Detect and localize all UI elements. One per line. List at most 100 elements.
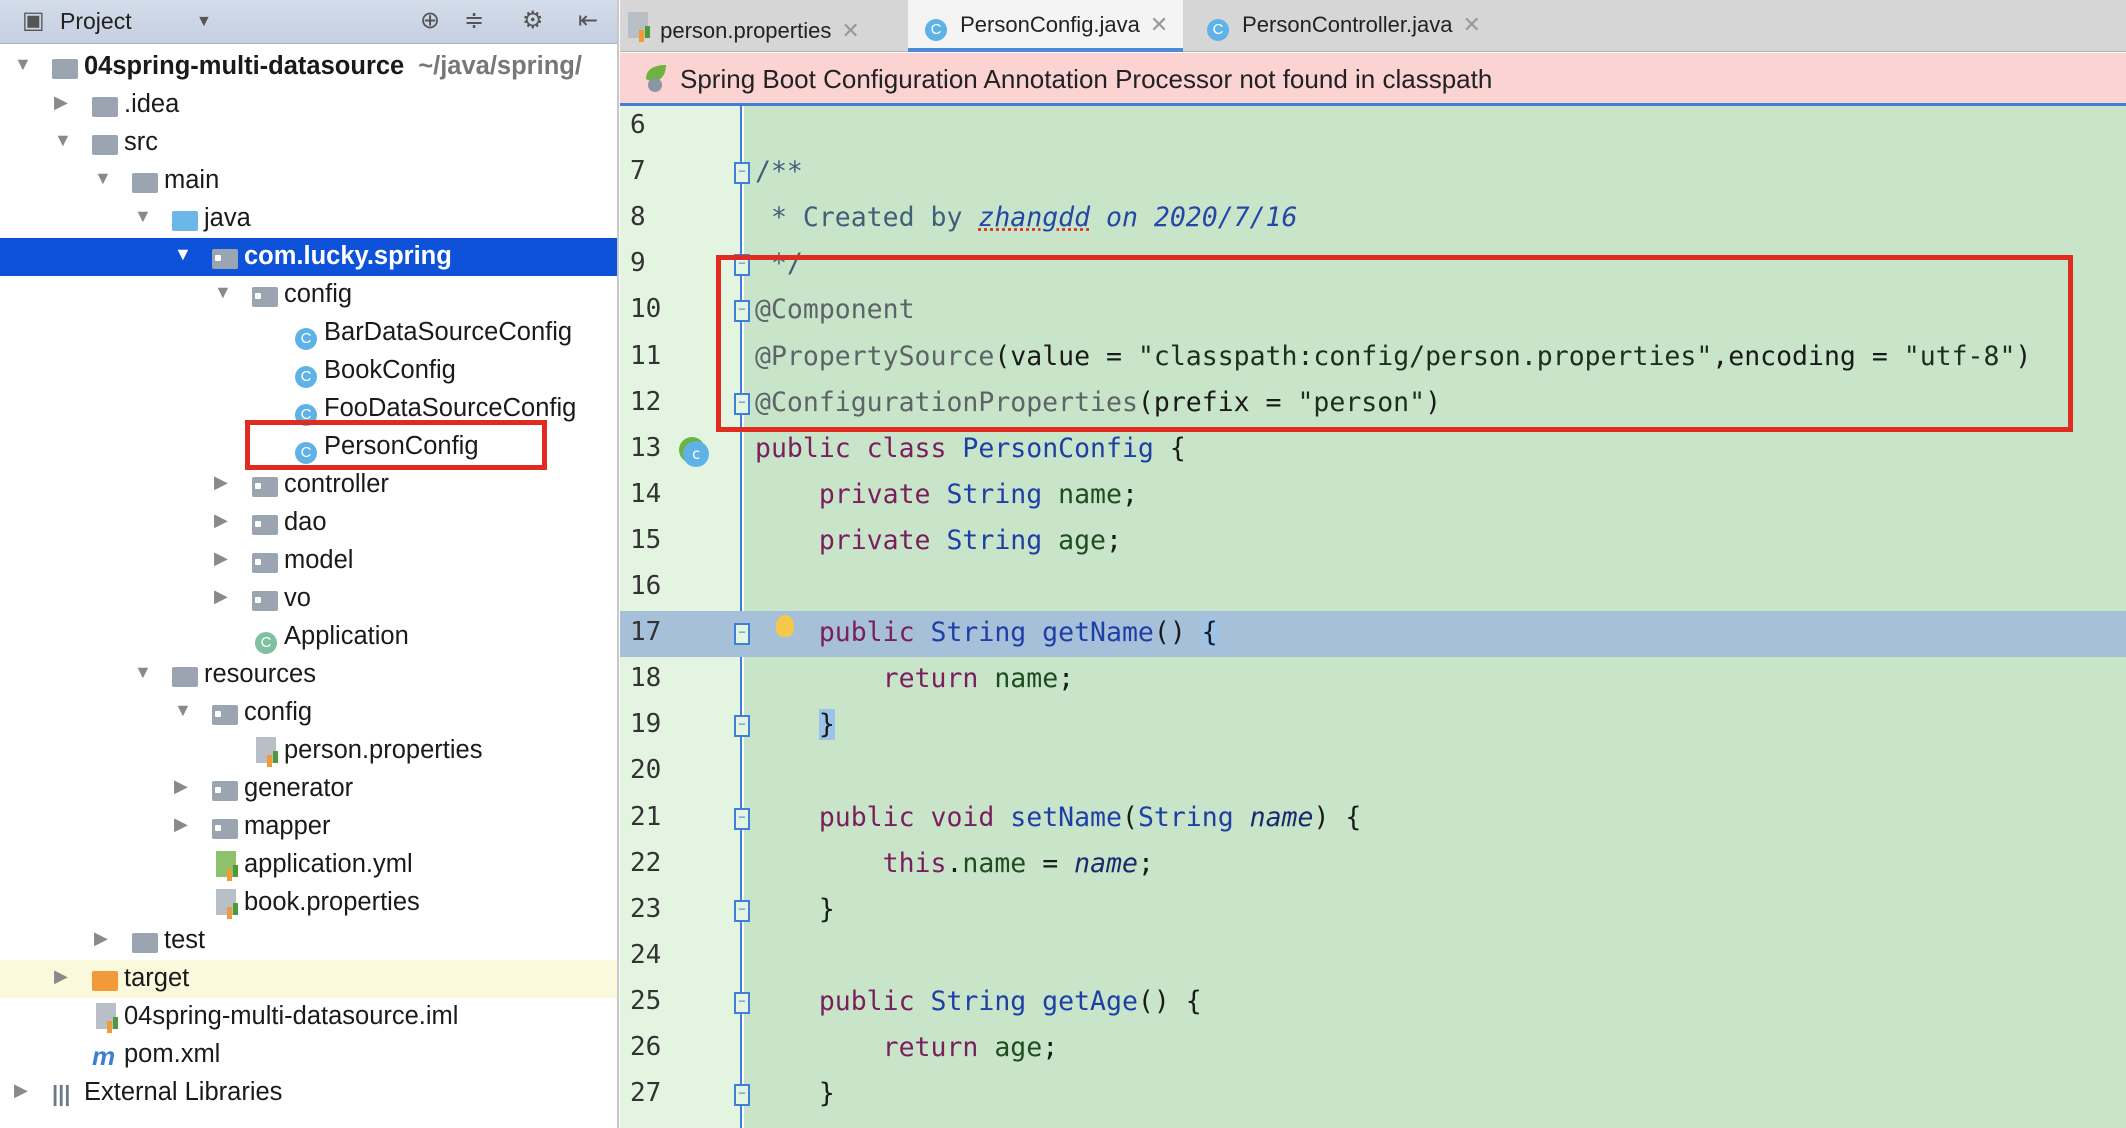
tree-item[interactable]: ▼ 04spring-multi-datasource ~/java/spring/ <box>0 48 617 86</box>
expand-arrow-right-icon[interactable]: ▶ <box>174 776 188 797</box>
tree-item[interactable]: ▶ vo <box>0 580 617 618</box>
expand-arrow-right-icon[interactable]: ▶ <box>214 472 228 493</box>
line-number[interactable]: 20 <box>630 755 680 785</box>
code-line[interactable]: 24 <box>620 934 2126 980</box>
code-line[interactable]: 26 return age; <box>620 1026 2126 1072</box>
tree-item[interactable]: C BookConfig <box>0 352 617 390</box>
expand-arrow-right-icon[interactable]: ▶ <box>54 92 68 113</box>
tree-item[interactable]: C BarDataSourceConfig <box>0 314 617 352</box>
code-line[interactable]: 16 <box>620 565 2126 611</box>
tree-item[interactable]: ▼ main <box>0 162 617 200</box>
line-number[interactable]: 9 <box>630 248 680 278</box>
tree-item[interactable]: ▶ mapper <box>0 808 617 846</box>
spring-bean-icon[interactable]: c <box>680 433 714 467</box>
line-number[interactable]: 6 <box>630 110 680 140</box>
tree-item[interactable]: ▼ config <box>0 276 617 314</box>
tree-item[interactable]: ▶ generator <box>0 770 617 808</box>
code-line[interactable]: 13 c public class PersonConfig { <box>620 427 2126 473</box>
chevron-down-icon[interactable]: ▼ <box>196 13 212 31</box>
tree-item[interactable]: ▼ com.lucky.spring <box>0 238 617 276</box>
line-number[interactable]: 10 <box>630 294 680 324</box>
line-number[interactable]: 19 <box>630 709 680 739</box>
expand-arrow-down-icon[interactable]: ▼ <box>94 168 112 189</box>
tree-item[interactable]: ▶ model <box>0 542 617 580</box>
tree-item[interactable]: ▶ dao <box>0 504 617 542</box>
close-icon[interactable]: ✕ <box>1462 12 1480 37</box>
expand-arrow-down-icon[interactable]: ▼ <box>174 244 192 265</box>
tree-item[interactable]: ▶ test <box>0 922 617 960</box>
code-line[interactable]: 18 return name; <box>620 657 2126 703</box>
code-line[interactable]: 17 − public String getName() { <box>620 611 2126 658</box>
line-number[interactable]: 7 <box>630 156 680 186</box>
tree-item[interactable]: ▶ controller <box>0 466 617 504</box>
tree-item[interactable]: ▶ ||| External Libraries <box>0 1074 617 1112</box>
expand-arrow-down-icon[interactable]: ▼ <box>214 282 232 303</box>
fold-marker-icon[interactable]: − <box>734 807 750 830</box>
line-number[interactable]: 27 <box>630 1078 680 1108</box>
line-number[interactable]: 21 <box>630 802 680 832</box>
close-icon[interactable]: ✕ <box>1150 12 1168 37</box>
line-number[interactable]: 23 <box>630 894 680 924</box>
line-number[interactable]: 8 <box>630 202 680 232</box>
expand-arrow-right-icon[interactable]: ▶ <box>174 814 188 835</box>
expand-arrow-right-icon[interactable]: ▶ <box>14 1080 28 1101</box>
collapse-all-icon[interactable]: ≑ <box>464 6 484 35</box>
expand-arrow-down-icon[interactable]: ▼ <box>134 206 152 227</box>
line-number[interactable]: 13 <box>630 433 680 463</box>
gear-icon[interactable]: ⚙ <box>522 6 544 35</box>
line-number[interactable]: 17 <box>630 617 680 647</box>
line-number[interactable]: 18 <box>630 663 680 693</box>
tree-item[interactable]: C Application <box>0 618 617 656</box>
code-line[interactable]: 22 this.name = name; <box>620 842 2126 888</box>
tree-item[interactable]: ▼ resources <box>0 656 617 694</box>
line-number[interactable]: 11 <box>630 341 680 371</box>
code-line[interactable]: 27 − } <box>620 1072 2126 1118</box>
tree-item[interactable]: 04spring-multi-datasource.iml <box>0 998 617 1036</box>
code-line[interactable]: 6 <box>620 104 2126 150</box>
expand-arrow-right-icon[interactable]: ▶ <box>54 966 68 987</box>
line-number[interactable]: 14 <box>630 479 680 509</box>
expand-arrow-down-icon[interactable]: ▼ <box>174 700 192 721</box>
tree-item[interactable]: book.properties <box>0 884 617 922</box>
code-line[interactable]: 21 − public void setName(String name) { <box>620 796 2126 842</box>
tab-personconfig-java[interactable]: C PersonConfig.java ✕ <box>908 0 1183 52</box>
fold-marker-icon[interactable]: − <box>734 623 750 646</box>
line-number[interactable]: 12 <box>630 387 680 417</box>
locate-icon[interactable]: ⊕ <box>420 6 440 35</box>
fold-marker-icon[interactable]: − <box>734 899 750 922</box>
code-line[interactable]: 7 −/** <box>620 150 2126 196</box>
fold-marker-icon[interactable]: − <box>734 1084 750 1107</box>
code-line[interactable]: 25 − public String getAge() { <box>620 980 2126 1026</box>
code-line[interactable]: 8 * Created by zhangdd on 2020/7/16 <box>620 196 2126 242</box>
line-number[interactable]: 16 <box>630 571 680 601</box>
project-view-selector[interactable]: Project <box>60 8 132 35</box>
fold-marker-icon[interactable]: − <box>734 715 750 738</box>
tree-item[interactable]: ▼ src <box>0 124 617 162</box>
code-line[interactable]: 20 <box>620 749 2126 795</box>
line-number[interactable]: 25 <box>630 986 680 1016</box>
tree-item[interactable]: ▼ java <box>0 200 617 238</box>
code-line[interactable]: 23 − } <box>620 888 2126 934</box>
tree-item[interactable]: application.yml <box>0 846 617 884</box>
expand-arrow-right-icon[interactable]: ▶ <box>214 586 228 607</box>
expand-arrow-right-icon[interactable]: ▶ <box>94 928 108 949</box>
tree-item[interactable]: ▶ .idea <box>0 86 617 124</box>
expand-arrow-down-icon[interactable]: ▼ <box>134 662 152 683</box>
line-number[interactable]: 24 <box>630 940 680 970</box>
expand-arrow-right-icon[interactable]: ▶ <box>214 510 228 531</box>
line-number[interactable]: 26 <box>630 1032 680 1062</box>
tab-person-properties[interactable]: person.properties ✕ <box>624 0 892 52</box>
tree-item[interactable]: ▶ target <box>0 960 617 998</box>
code-line[interactable]: 19 − } <box>620 703 2126 749</box>
expand-arrow-down-icon[interactable]: ▼ <box>14 54 32 75</box>
tree-item[interactable]: ▼ config <box>0 694 617 732</box>
tree-item[interactable]: person.properties <box>0 732 617 770</box>
line-number[interactable]: 15 <box>630 525 680 555</box>
code-line[interactable]: 14 private String name; <box>620 473 2126 519</box>
line-number[interactable]: 22 <box>630 848 680 878</box>
expand-arrow-down-icon[interactable]: ▼ <box>54 130 72 151</box>
code-line[interactable]: 15 private String age; <box>620 519 2126 565</box>
fold-marker-icon[interactable]: − <box>734 991 750 1014</box>
tree-item[interactable]: m pom.xml <box>0 1036 617 1074</box>
hide-panel-icon[interactable]: ⇤ <box>578 6 598 35</box>
